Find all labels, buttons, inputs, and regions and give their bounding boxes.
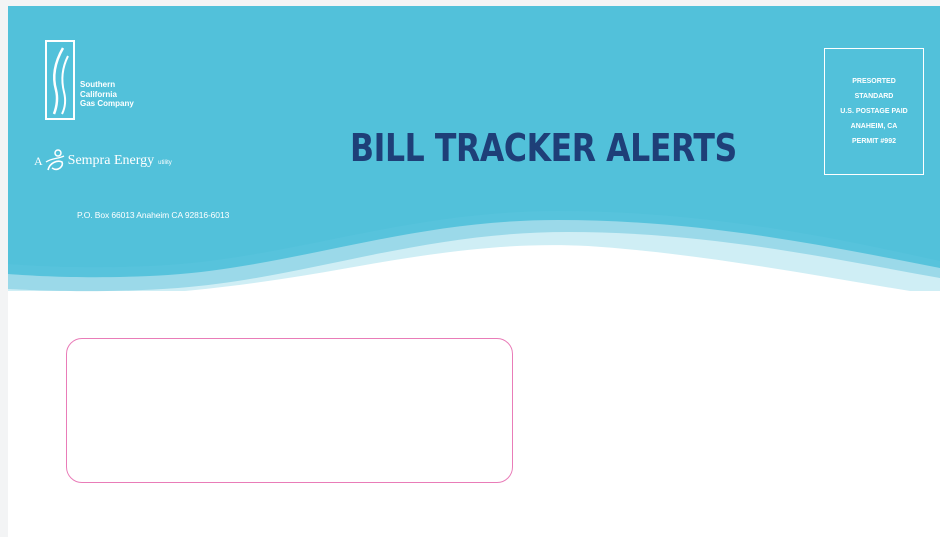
indicia-line: U.S. POSTAGE PAID: [840, 108, 908, 115]
flame-icon: [45, 40, 75, 120]
sempra-affiliation: A Sempra Energy utility: [34, 146, 172, 176]
indicia-line: ANAHEIM, CA: [850, 123, 898, 130]
postage-indicia: PRESORTED STANDARD U.S. POSTAGE PAID ANA…: [824, 48, 924, 175]
address-window: [66, 338, 513, 483]
envelope-title: BILL TRACKER ALERTS: [350, 126, 737, 170]
sempra-swirl-icon: [45, 149, 64, 171]
company-name-line: Gas Company: [80, 99, 134, 108]
indicia-line: PERMIT #992: [852, 138, 896, 145]
company-name-line: Southern: [80, 80, 116, 89]
affiliation-suffix: utility: [158, 159, 172, 166]
affiliation-brand: Sempra Energy: [67, 153, 155, 168]
indicia-line: STANDARD: [854, 93, 894, 100]
envelope: Southern California Gas Company A Sempra…: [8, 6, 940, 537]
indicia-line: PRESORTED: [852, 78, 896, 85]
affiliation-prefix: A: [34, 153, 43, 168]
return-address: P.O. Box 66013 Anaheim CA 92816-6013: [77, 210, 230, 220]
company-name: Southern California Gas Company: [80, 80, 170, 109]
company-name-line: California: [80, 89, 117, 99]
company-logo: Southern California Gas Company A Sempra…: [34, 34, 234, 184]
